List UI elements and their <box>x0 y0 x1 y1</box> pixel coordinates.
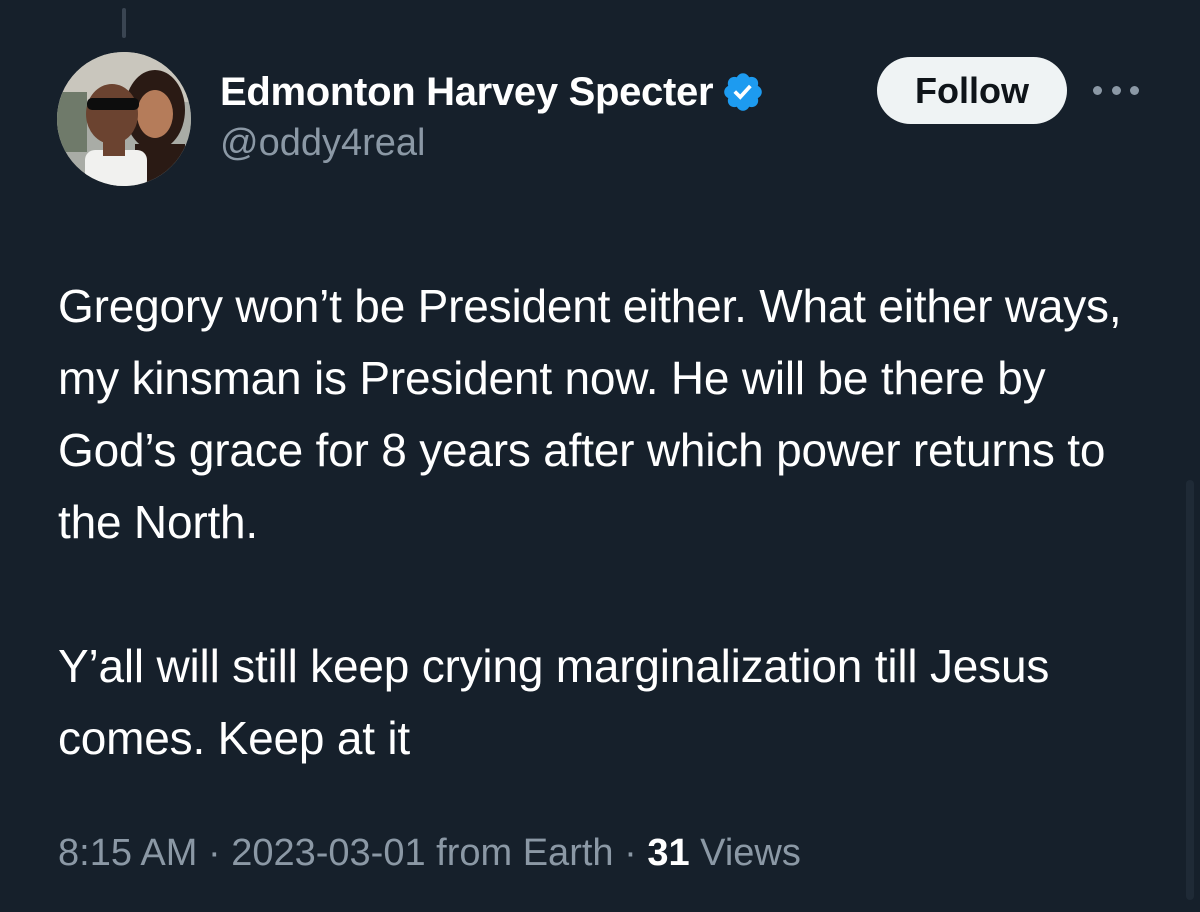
avatar-photo <box>57 52 191 186</box>
thread-connector-line <box>122 8 126 38</box>
more-dot <box>1111 85 1121 95</box>
author-display-name[interactable]: Edmonton Harvey Specter <box>220 70 714 115</box>
tweet-paragraph: Gregory won’t be President either. What … <box>58 280 1122 548</box>
follow-button[interactable]: Follow <box>877 57 1067 124</box>
views-label[interactable]: Views <box>700 832 801 874</box>
meta-separator: · <box>197 832 232 874</box>
verified-badge-icon <box>721 70 765 114</box>
more-dot <box>1093 85 1102 95</box>
tweet-meta: 8:15 AM · 2023-03-01 from Earth · 31 Vie… <box>58 832 801 875</box>
more-dot <box>1130 85 1139 95</box>
tweet-date[interactable]: 2023-03-01 <box>231 832 425 874</box>
more-options-icon[interactable] <box>1093 78 1139 102</box>
tweet-source: from Earth <box>436 832 614 874</box>
tweet-paragraph: Y’all will still keep crying marginaliza… <box>58 640 1050 764</box>
tweet-header: Edmonton Harvey Specter @oddy4real <box>220 66 765 165</box>
views-count[interactable]: 31 <box>647 832 689 874</box>
scrollbar[interactable] <box>1186 480 1194 900</box>
author-handle[interactable]: @oddy4real <box>220 122 765 165</box>
tweet-text: Gregory won’t be President either. What … <box>58 270 1168 774</box>
name-row: Edmonton Harvey Specter <box>220 66 765 118</box>
avatar[interactable] <box>57 52 191 186</box>
meta-separator: · <box>613 832 648 874</box>
tweet-time[interactable]: 8:15 AM <box>58 832 197 874</box>
